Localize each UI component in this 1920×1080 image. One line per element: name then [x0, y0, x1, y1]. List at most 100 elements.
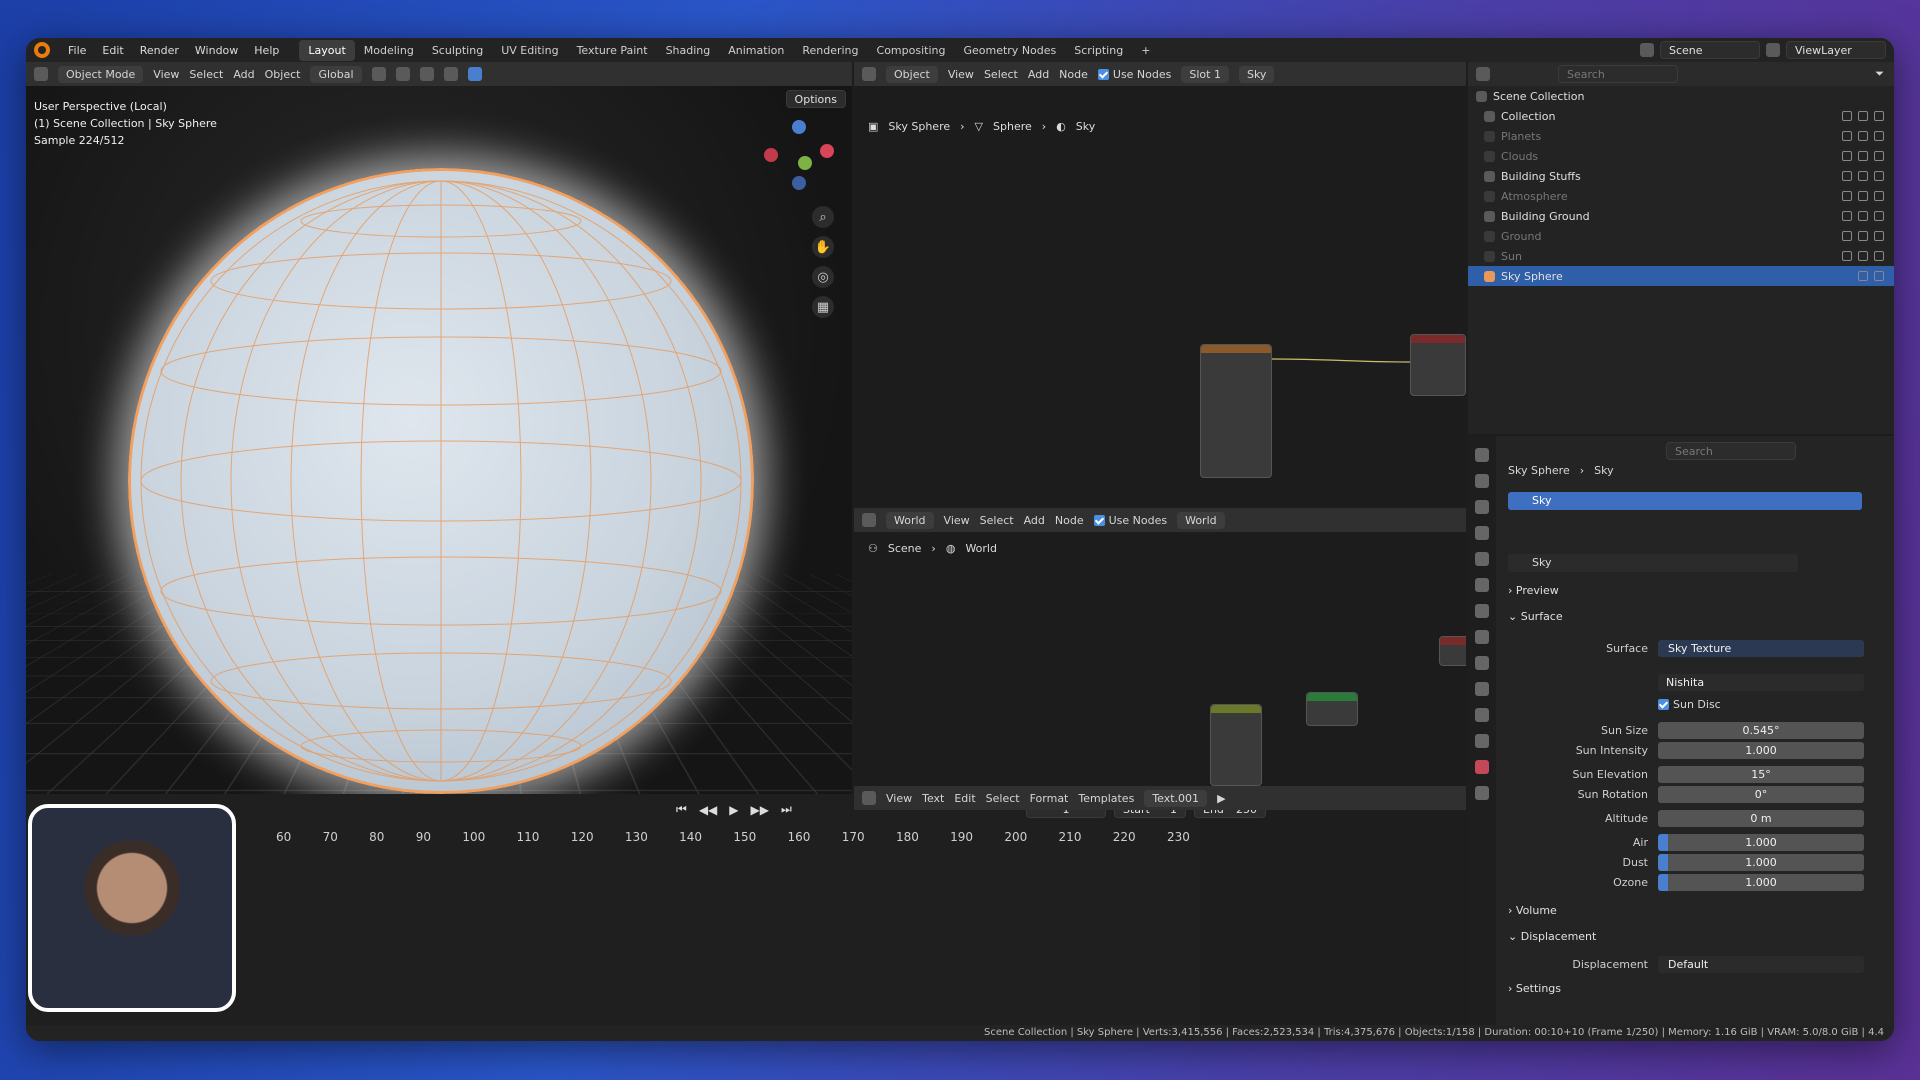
camera-view-icon[interactable]: ◎ — [812, 266, 834, 288]
displacement-field[interactable]: Default — [1658, 955, 1864, 973]
camera-icon[interactable] — [1874, 131, 1884, 141]
3d-viewport[interactable]: User Perspective (Local) (1) Scene Colle… — [26, 86, 852, 794]
eye-icon[interactable] — [1858, 231, 1868, 241]
camera-icon[interactable] — [1874, 191, 1884, 201]
outliner-search-input[interactable]: Search — [1558, 65, 1678, 83]
proportional-edit-icon[interactable] — [395, 67, 410, 81]
sun-intensity-field[interactable]: 1.000 — [1658, 741, 1864, 759]
eye-icon[interactable] — [1858, 271, 1868, 281]
viewport-add-menu[interactable]: Add — [233, 68, 254, 81]
options-dropdown[interactable]: Options — [785, 90, 846, 108]
material-datablock-field[interactable]: Sky — [1508, 554, 1798, 572]
sun-rotation-field[interactable]: 0° — [1658, 785, 1864, 803]
output-tab-icon[interactable] — [1475, 500, 1489, 514]
camera-icon[interactable] — [1874, 151, 1884, 161]
tool-tab-icon[interactable] — [1475, 448, 1489, 462]
eye-icon[interactable] — [1858, 251, 1868, 261]
shader-select-menu[interactable]: Select — [984, 68, 1018, 81]
scene-field[interactable]: Scene — [1660, 41, 1760, 59]
modifier-tab-icon[interactable] — [1475, 630, 1489, 644]
shading-rendered-icon[interactable] — [467, 67, 482, 81]
axis-z-neg-icon[interactable] — [792, 176, 806, 190]
outliner[interactable]: Search ⏷ Scene Collection Collection Pla… — [1468, 62, 1894, 434]
exclude-checkbox[interactable] — [1842, 151, 1852, 161]
outliner-row[interactable]: Sun — [1468, 246, 1894, 266]
eye-icon[interactable] — [1858, 151, 1868, 161]
camera-icon[interactable] — [1874, 251, 1884, 261]
zoom-icon[interactable]: ⌕ — [812, 206, 834, 228]
exclude-checkbox[interactable] — [1842, 171, 1852, 181]
outliner-row[interactable]: Atmosphere — [1468, 186, 1894, 206]
world-type-dropdown[interactable]: World — [886, 511, 934, 529]
menu-edit[interactable]: Edit — [94, 44, 131, 57]
sky-texture-node[interactable] — [1200, 344, 1272, 478]
material-dropdown[interactable]: Sky — [1238, 65, 1275, 83]
tab-rendering[interactable]: Rendering — [793, 40, 867, 61]
sun-elevation-field[interactable]: 15° — [1658, 765, 1864, 783]
outliner-row[interactable]: Clouds — [1468, 146, 1894, 166]
tab-layout[interactable]: Layout — [299, 39, 355, 61]
mode-dropdown[interactable]: Object Mode — [58, 65, 144, 83]
render-tab-icon[interactable] — [1475, 474, 1489, 488]
surface-panel-header[interactable]: ⌄ Surface — [1508, 610, 1563, 623]
crumb-item[interactable]: Sky — [1594, 464, 1613, 477]
filter-icon[interactable]: ⏷ — [1875, 67, 1884, 81]
shading-solid-icon[interactable] — [443, 67, 458, 81]
camera-icon[interactable] — [1874, 111, 1884, 121]
displacement-panel-header[interactable]: ⌄ Displacement — [1508, 930, 1596, 943]
properties-search-input[interactable]: Search — [1666, 442, 1796, 460]
menu-render[interactable]: Render — [132, 44, 187, 57]
world-node-menu[interactable]: Node — [1055, 514, 1084, 527]
world-input-node[interactable] — [1210, 704, 1262, 786]
world-tab-icon[interactable] — [1475, 578, 1489, 592]
shader-node-canvas[interactable]: ▣ Sky Sphere › ▽ Sphere › ◐ Sky — [854, 86, 1466, 506]
shader-view-menu[interactable]: View — [948, 68, 974, 81]
text-text-menu[interactable]: Text — [922, 792, 944, 805]
pan-hand-icon[interactable]: ✋ — [812, 236, 834, 258]
menu-help[interactable]: Help — [246, 44, 287, 57]
view-layer-tab-icon[interactable] — [1475, 526, 1489, 540]
altitude-field[interactable]: 0 m — [1658, 809, 1864, 827]
camera-icon[interactable] — [1874, 211, 1884, 221]
tab-modeling[interactable]: Modeling — [355, 40, 423, 61]
outliner-row[interactable]: Planets — [1468, 126, 1894, 146]
axis-y-icon[interactable] — [798, 156, 812, 170]
sun-size-field[interactable]: 0.545° — [1658, 721, 1864, 739]
crumb-item[interactable]: Sky — [1076, 120, 1095, 133]
timeline-ruler[interactable]: 60 70 80 90 100 110 120 130 140 150 160 … — [276, 830, 1200, 850]
settings-panel-header[interactable]: › Settings — [1508, 982, 1561, 995]
volume-panel-header[interactable]: › Volume — [1508, 904, 1557, 917]
axis-x-icon[interactable] — [820, 144, 834, 158]
texture-tab-icon[interactable] — [1475, 786, 1489, 800]
eye-icon[interactable] — [1858, 191, 1868, 201]
world-output-node[interactable] — [1439, 636, 1466, 666]
shader-editor-type-icon[interactable] — [862, 67, 876, 81]
background-node[interactable] — [1306, 692, 1358, 726]
surface-shader-field[interactable]: Sky Texture — [1658, 639, 1864, 657]
dust-slider[interactable]: 1.000 — [1658, 853, 1864, 871]
jump-start-icon[interactable]: ⏮ — [676, 802, 687, 817]
particles-tab-icon[interactable] — [1475, 656, 1489, 670]
outliner-row-selected[interactable]: Sky Sphere — [1468, 266, 1894, 286]
air-slider[interactable]: 1.000 — [1658, 833, 1864, 851]
outliner-scene-collection[interactable]: Scene Collection — [1468, 86, 1894, 106]
tab-animation[interactable]: Animation — [719, 40, 793, 61]
run-script-icon[interactable]: ▶ — [1217, 792, 1225, 805]
add-workspace-button[interactable]: + — [1132, 40, 1159, 61]
camera-icon[interactable] — [1874, 171, 1884, 181]
exclude-checkbox[interactable] — [1842, 211, 1852, 221]
material-slot-item[interactable]: Sky — [1508, 492, 1862, 510]
outliner-type-icon[interactable] — [1476, 67, 1490, 81]
snap-icon[interactable] — [371, 67, 386, 81]
world-use-nodes-toggle[interactable]: Use Nodes — [1093, 514, 1167, 527]
text-file-field[interactable]: Text.001 — [1144, 789, 1208, 807]
physics-tab-icon[interactable] — [1475, 682, 1489, 696]
preview-panel-header[interactable]: › Preview — [1508, 584, 1559, 597]
text-edit-menu[interactable]: Edit — [954, 792, 975, 805]
slot-dropdown[interactable]: Slot 1 — [1181, 65, 1229, 83]
object-tab-icon[interactable] — [1475, 604, 1489, 618]
text-select-menu[interactable]: Select — [986, 792, 1020, 805]
view-layer-field[interactable]: ViewLayer — [1786, 41, 1886, 59]
world-add-menu[interactable]: Add — [1024, 514, 1045, 527]
outliner-row[interactable]: Building Stuffs — [1468, 166, 1894, 186]
